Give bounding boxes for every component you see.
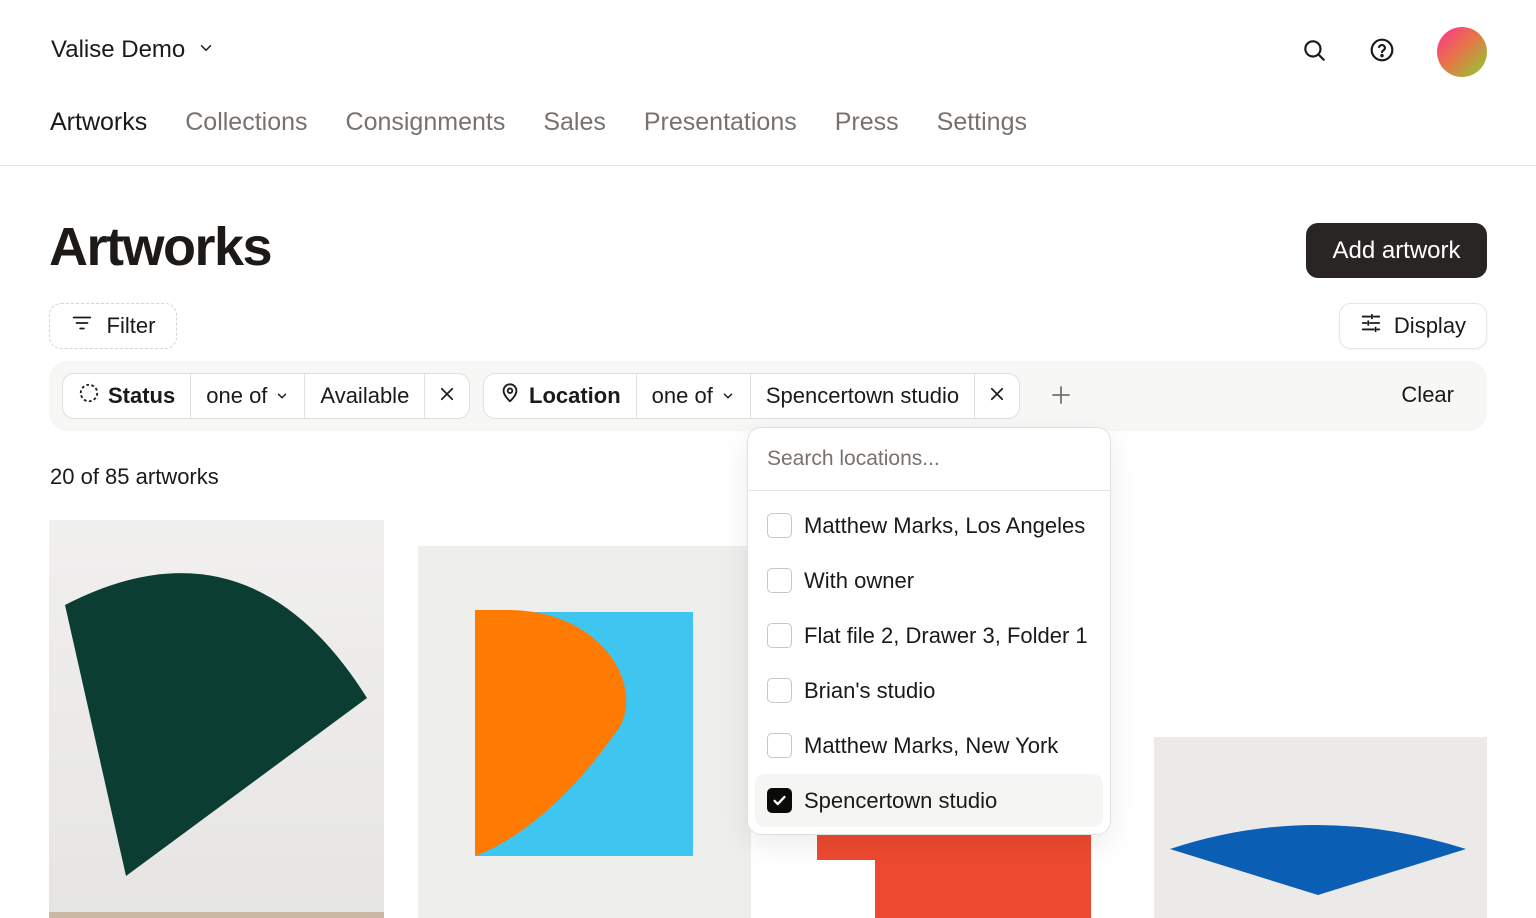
status-filter-chip: Status one of Available	[62, 373, 471, 419]
status-filter-field[interactable]: Status	[63, 374, 192, 418]
location-filter-operator[interactable]: one of	[637, 374, 751, 418]
location-search-input[interactable]	[748, 428, 1110, 491]
help-button[interactable]	[1363, 27, 1401, 77]
workspace-switcher[interactable]: Valise Demo	[51, 36, 215, 64]
location-filter-value[interactable]: Spencertown studio	[751, 374, 976, 418]
location-option[interactable]: Brian's studio	[755, 664, 1103, 717]
tab-artworks[interactable]: Artworks	[50, 108, 147, 137]
artwork-card[interactable]	[49, 520, 384, 918]
display-button-label: Display	[1393, 313, 1467, 338]
search-icon	[1301, 37, 1327, 68]
location-filter-field[interactable]: Location	[484, 374, 637, 418]
artwork-image	[418, 546, 751, 918]
workspace-name: Valise Demo	[51, 36, 186, 63]
filter-button-label: Filter	[106, 313, 156, 338]
artwork-card[interactable]	[418, 546, 751, 918]
plus-icon	[1049, 386, 1073, 411]
tab-press[interactable]: Press	[835, 108, 899, 137]
results-count: 20 of 85 artworks	[50, 464, 219, 489]
checkbox[interactable]	[767, 733, 792, 758]
location-option[interactable]: With owner	[755, 554, 1103, 607]
main-nav: Artworks Collections Consignments Sales …	[50, 108, 1027, 137]
avatar[interactable]	[1437, 27, 1487, 77]
tab-settings[interactable]: Settings	[937, 108, 1027, 137]
checkbox[interactable]	[767, 513, 792, 538]
display-button[interactable]: Display	[1339, 303, 1487, 349]
status-filter-operator[interactable]: one of	[191, 374, 306, 418]
checkbox[interactable]	[767, 568, 792, 593]
add-filter-button[interactable]	[1049, 383, 1073, 407]
location-options-dropdown: Matthew Marks, Los Angeles With owner Fl…	[747, 427, 1111, 835]
nav-divider	[0, 165, 1536, 166]
location-option-label: Spencertown studio	[804, 787, 998, 813]
status-operator-label: one of	[206, 383, 268, 408]
tab-presentations[interactable]: Presentations	[644, 108, 797, 137]
map-pin-icon	[499, 382, 521, 410]
chevron-down-icon	[197, 39, 215, 62]
checkbox[interactable]	[767, 623, 792, 648]
tab-sales[interactable]: Sales	[543, 108, 606, 137]
checkbox[interactable]	[767, 678, 792, 703]
location-operator-label: one of	[651, 383, 713, 408]
location-option-label: Matthew Marks, Los Angeles	[804, 512, 1086, 538]
close-icon	[438, 383, 456, 409]
remove-location-filter-button[interactable]	[975, 374, 1019, 418]
location-filter-chip: Location one of Spencertown studio	[483, 373, 1021, 419]
location-filter-label: Location	[529, 383, 621, 408]
location-option-label: Brian's studio	[804, 677, 936, 703]
page-title: Artworks	[49, 217, 273, 277]
artwork-card[interactable]	[1154, 737, 1487, 918]
tab-consignments[interactable]: Consignments	[346, 108, 506, 137]
location-option-label: Matthew Marks, New York	[804, 732, 1059, 758]
artwork-image	[1154, 737, 1487, 918]
tab-collections[interactable]: Collections	[185, 108, 307, 137]
clear-filters-button[interactable]: Clear	[1401, 382, 1454, 408]
status-filter-label: Status	[108, 383, 176, 408]
chevron-down-icon	[275, 383, 289, 409]
location-option[interactable]: Matthew Marks, Los Angeles	[755, 499, 1103, 552]
chevron-down-icon	[721, 383, 735, 409]
artwork-image	[49, 520, 384, 918]
active-filters-bar: Status one of Available Location one of	[49, 361, 1487, 431]
location-option-label: With owner	[804, 567, 915, 593]
sliders-icon	[1360, 312, 1382, 340]
add-artwork-button[interactable]: Add artwork	[1306, 223, 1487, 278]
location-option[interactable]: Flat file 2, Drawer 3, Folder 1	[755, 609, 1103, 662]
location-option[interactable]: Spencertown studio	[755, 774, 1103, 827]
location-option-label: Flat file 2, Drawer 3, Folder 1	[804, 622, 1088, 648]
filter-button[interactable]: Filter	[49, 303, 177, 349]
help-icon	[1369, 37, 1395, 68]
checkbox-checked[interactable]	[767, 788, 792, 813]
close-icon	[988, 383, 1006, 409]
search-button[interactable]	[1295, 27, 1333, 77]
header-actions	[1295, 27, 1487, 77]
check-icon	[773, 795, 786, 806]
filter-lines-icon	[71, 312, 93, 340]
status-dashed-circle-icon	[78, 382, 100, 410]
remove-status-filter-button[interactable]	[425, 374, 469, 418]
status-filter-value[interactable]: Available	[305, 374, 426, 418]
location-option[interactable]: Matthew Marks, New York	[755, 719, 1103, 772]
